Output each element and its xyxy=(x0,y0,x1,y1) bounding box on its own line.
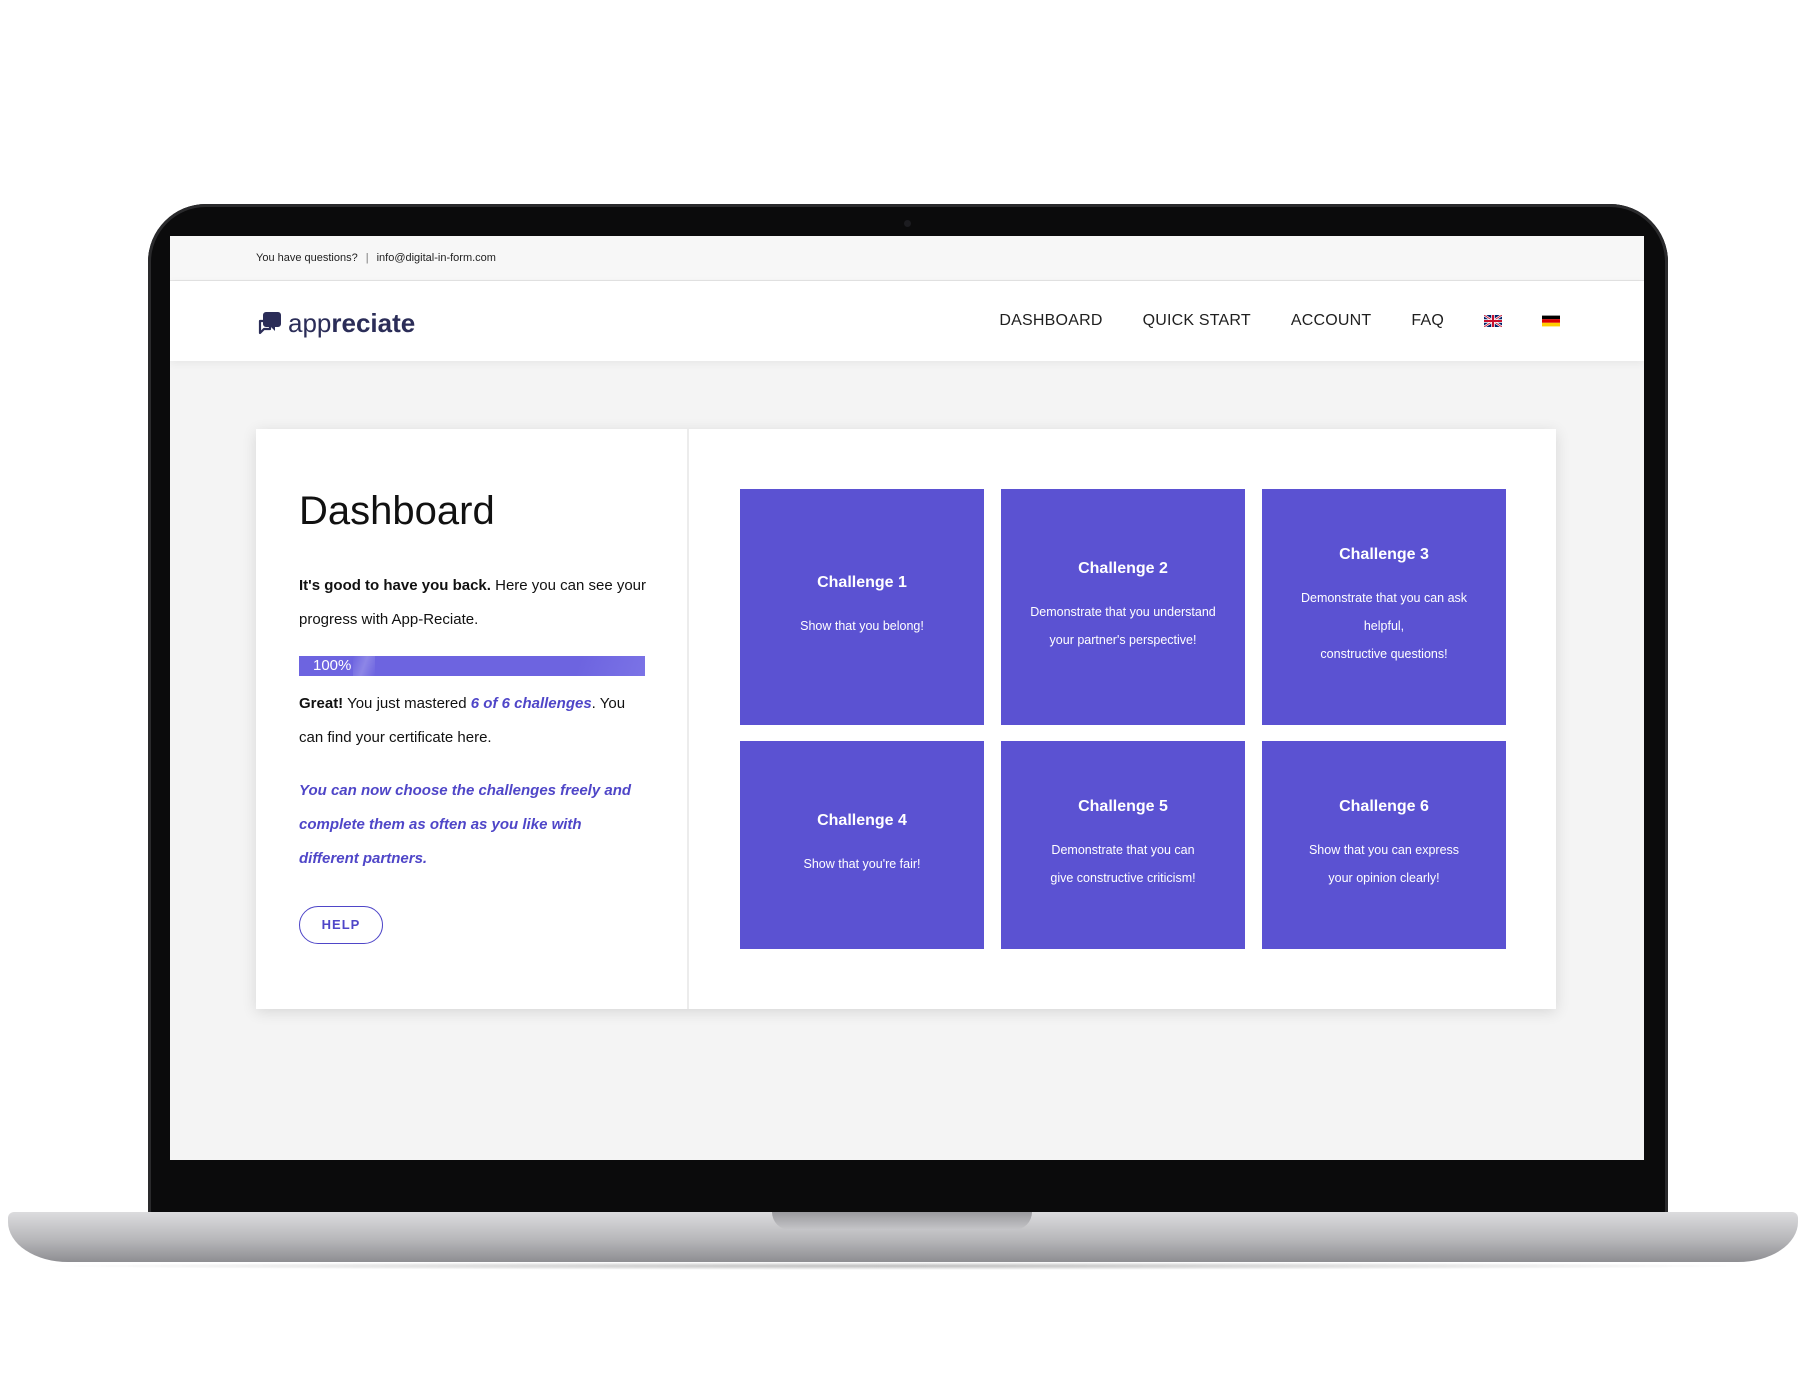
challenge-desc-line: Demonstrate that you can xyxy=(1051,843,1195,857)
card-divider xyxy=(687,429,689,1009)
challenge-title: Challenge 4 xyxy=(817,812,907,829)
challenge-tile-2[interactable]: Challenge 2 Demonstrate that you underst… xyxy=(1001,489,1245,725)
contact-email-link[interactable]: info@digital-in-form.com xyxy=(377,252,496,264)
uk-flag-icon[interactable] xyxy=(1484,315,1502,327)
contact-bar: You have questions? | info@digital-in-fo… xyxy=(170,236,1644,281)
challenge-title: Challenge 2 xyxy=(1078,560,1168,577)
challenge-title: Challenge 1 xyxy=(817,574,907,591)
challenge-desc-line: constructive questions! xyxy=(1320,647,1448,661)
chat-bubbles-icon xyxy=(258,312,281,335)
germany-flag-icon[interactable] xyxy=(1542,315,1560,327)
main-nav: DASHBOARD QUICK START ACCOUNT FAQ xyxy=(999,281,1560,361)
camera-dot xyxy=(904,220,911,227)
challenge-title: Challenge 5 xyxy=(1078,798,1168,815)
progress-stripe xyxy=(353,656,375,676)
challenge-title: Challenge 3 xyxy=(1339,546,1429,563)
site-header: app reciate DASHBOARD QUICK START ACCOUN… xyxy=(170,281,1644,361)
contact-separator: | xyxy=(365,252,369,264)
challenge-tile-3[interactable]: Challenge 3 Demonstrate that you can ask… xyxy=(1262,489,1506,725)
challenge-desc-line: Show that you're fair! xyxy=(803,857,921,871)
page-title: Dashboard xyxy=(299,489,495,533)
laptop-notch xyxy=(772,1212,1032,1230)
challenge-desc-line: Demonstrate that you understand xyxy=(1030,605,1216,619)
app-logo[interactable]: app reciate xyxy=(256,303,415,339)
challenge-desc-line: your partner's perspective! xyxy=(1049,633,1197,647)
challenge-title: Challenge 6 xyxy=(1339,798,1429,815)
nav-faq[interactable]: FAQ xyxy=(1411,312,1444,330)
result-bold: Great! xyxy=(299,695,344,712)
dashboard-card: Dashboard It's good to have you back. He… xyxy=(256,429,1556,1009)
challenge-desc-line: Demonstrate that you can ask xyxy=(1300,591,1468,605)
result-highlight: 6 of 6 challenges xyxy=(470,695,592,712)
progress-bar: 100% xyxy=(299,656,645,676)
challenge-desc-line: give constructive criticism! xyxy=(1050,871,1196,885)
laptop-shadow xyxy=(30,1262,1770,1270)
welcome-text: It's good to have you back. Here you can… xyxy=(299,569,649,637)
contact-question: You have questions? xyxy=(256,252,358,264)
nav-quick-start[interactable]: QUICK START xyxy=(1143,312,1251,330)
progress-label: 100% xyxy=(313,657,352,674)
nav-account[interactable]: ACCOUNT xyxy=(1291,312,1372,330)
result-text: Great! You just mastered 6 of 6 challeng… xyxy=(299,687,645,755)
challenge-desc-line: your opinion clearly! xyxy=(1328,871,1440,885)
challenge-tile-6[interactable]: Challenge 6 Show that you can express yo… xyxy=(1262,741,1506,949)
challenge-desc-line: helpful, xyxy=(1363,619,1405,633)
logo-text-bold: reciate xyxy=(331,308,416,338)
nav-dashboard[interactable]: DASHBOARD xyxy=(999,312,1102,330)
browser-viewport: You have questions? | info@digital-in-fo… xyxy=(170,236,1644,1160)
challenge-desc-line: Show that you can express xyxy=(1308,843,1460,857)
free-choice-note: You can now choose the challenges freely… xyxy=(299,782,632,867)
challenge-desc-line: Show that you belong! xyxy=(800,619,924,633)
challenge-tile-5[interactable]: Challenge 5 Demonstrate that you can giv… xyxy=(1001,741,1245,949)
result-pre: You just mastered xyxy=(343,695,471,712)
logo-text-light: app xyxy=(288,308,332,338)
challenge-tile-1[interactable]: Challenge 1 Show that you belong! xyxy=(740,489,984,725)
challenge-tile-4[interactable]: Challenge 4 Show that you're fair! xyxy=(740,741,984,949)
welcome-bold: It's good to have you back. xyxy=(299,577,491,594)
help-button[interactable]: HELP xyxy=(299,906,383,944)
